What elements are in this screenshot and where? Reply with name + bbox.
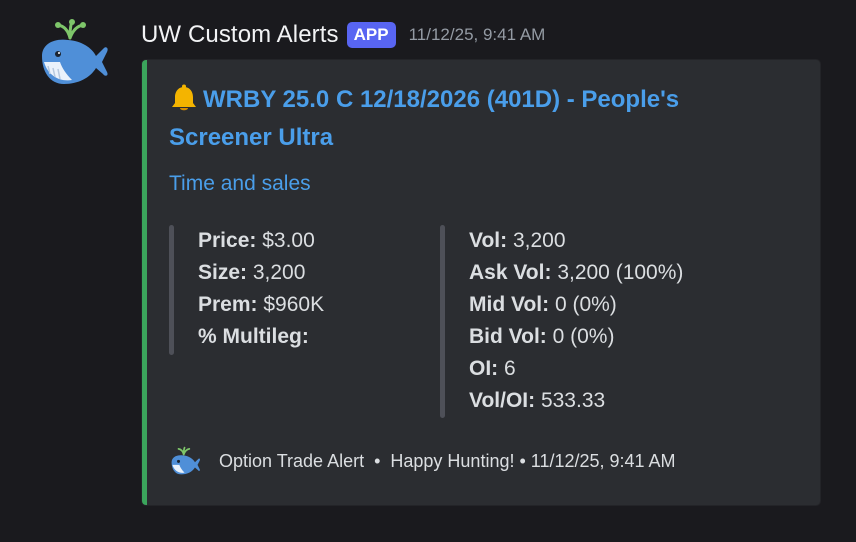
field-label: Price: [198,229,257,252]
field-value: $3.00 [262,229,315,252]
whale-icon [171,446,200,475]
field-label: Bid Vol: [469,325,547,348]
field-label: Prem: [198,293,258,316]
footer-text: Option Trade Alert • Happy Hunting! • 11… [219,450,676,471]
embed-title[interactable]: WRBY 25.0 C 12/18/2026 (401D) - People's… [169,81,769,157]
field-label: Vol/OI: [469,389,536,412]
field-label: Ask Vol: [469,261,552,284]
whale-icon [42,19,108,84]
field-divider [169,225,174,355]
field-value: 3,200 [252,261,306,284]
message-timestamp[interactable]: 11/12/25, 9:41 AM [409,25,546,45]
field-value: 533.33 [540,389,606,412]
field-multileg: % Multileg: [198,321,324,353]
field-label: Size: [198,261,248,284]
field-price: Price: $3.00 [198,225,324,257]
field-label: % Multileg: [198,325,309,348]
bell-icon [172,84,196,111]
field-value: 6 [504,357,516,380]
field-divider [440,225,445,418]
embed-accent-bar [142,60,147,505]
field-bid-vol: Bid Vol: 0 (0%) [469,321,683,353]
field-label: Mid Vol: [469,293,550,316]
avatar[interactable] [36,16,110,90]
username[interactable]: UW Custom Alerts [141,21,339,49]
fields-left-column: Price: $3.00 Size: 3,200 Prem: $960K % M… [169,225,324,355]
field-vol-oi: Vol/OI: 533.33 [469,385,683,417]
message-header: UW Custom Alerts APP 11/12/25, 9:41 AM [141,18,545,52]
field-ask-vol: Ask Vol: 3,200 (100%) [469,257,683,289]
field-value: 3,200 [512,229,566,252]
field-label: Vol: [469,229,508,252]
fields-right-column: Vol: 3,200 Ask Vol: 3,200 (100%) Mid Vol… [440,225,683,418]
field-value: $960K [263,293,325,316]
embed-footer: Option Trade Alert • Happy Hunting! • 11… [169,444,676,478]
field-value: 3,200 (100%) [557,261,684,284]
embed-description-link[interactable]: Time and sales [169,172,311,196]
field-mid-vol: Mid Vol: 0 (0%) [469,289,683,321]
field-oi: OI: 6 [469,353,683,385]
field-value: 0 (0%) [552,325,615,348]
embed-title-text[interactable]: WRBY 25.0 C 12/18/2026 (401D) - People's… [169,86,679,151]
field-vol: Vol: 3,200 [469,225,683,257]
field-value: 0 (0%) [554,293,617,316]
field-label: OI: [469,357,499,380]
field-prem: Prem: $960K [198,289,324,321]
embed-card: WRBY 25.0 C 12/18/2026 (401D) - People's… [141,59,821,506]
app-badge: APP [346,22,396,48]
field-size: Size: 3,200 [198,257,324,289]
